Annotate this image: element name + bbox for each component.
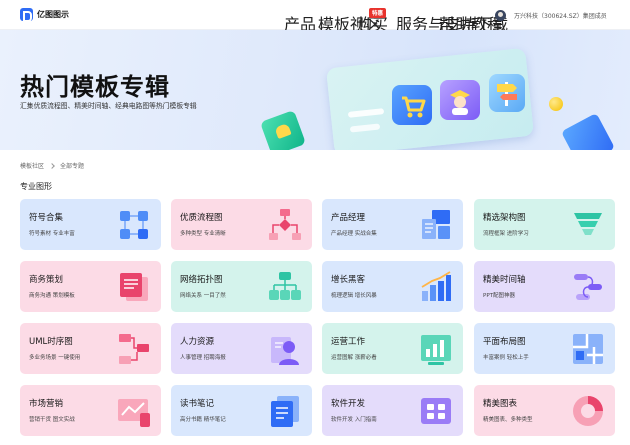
graduate-avatar-icon — [440, 80, 480, 120]
topic-card[interactable]: 精选架构图流程框架 进阶学习 — [474, 199, 615, 250]
topic-card-desc: 梳理逻辑 增长风暴 — [331, 293, 377, 299]
logo-icon — [20, 8, 33, 22]
topic-card-desc: 高分书籍 精华笔记 — [180, 417, 226, 423]
topic-card-desc: 运营图解 涨薪必看 — [331, 355, 377, 361]
topic-card-title: 市场营销 — [29, 399, 64, 409]
topic-card-title: 平面布局图 — [483, 337, 526, 347]
network-icon — [267, 269, 303, 305]
topic-card-desc: 人事管理 招聘海报 — [180, 355, 226, 361]
topic-card[interactable]: 增长黑客梳理逻辑 增长风暴 — [322, 261, 463, 312]
hero-banner: 热门模板专辑 汇集优质流程图、精美时间轴、经典电路图等热门模板专辑 — [0, 30, 630, 150]
topic-card-title: 精选架构图 — [483, 213, 526, 223]
topic-card-desc: 精美图表、多种类型 — [483, 417, 533, 423]
timeline-icon — [570, 269, 606, 305]
topic-card[interactable]: 读书笔记高分书籍 精华笔记 — [171, 385, 312, 436]
app-grid-icon — [418, 393, 454, 429]
topic-card-desc: 多种类型 专业清晰 — [180, 231, 226, 237]
topic-card[interactable]: UML时序图多业务场景 一键使用 — [20, 323, 161, 374]
topic-card-desc: PPT配图神器 — [483, 293, 515, 299]
topic-card-desc: 多业务场景 一键使用 — [29, 355, 81, 361]
topic-card[interactable]: 运营工作运营图解 涨薪必看 — [322, 323, 463, 374]
notebook-icon — [267, 393, 303, 429]
bar-chart-icon — [418, 269, 454, 305]
topic-card-title: 精美时间轴 — [483, 275, 526, 285]
topic-card-title: UML时序图 — [29, 337, 73, 347]
folder-tile-icon — [560, 112, 616, 150]
topic-card[interactable]: 市场营销营销干货 图文实战 — [20, 385, 161, 436]
topic-card[interactable]: 精美时间轴 PPT配图神器 — [474, 261, 615, 312]
signpost-icon — [489, 74, 525, 112]
uml-icon — [116, 331, 152, 367]
topic-card[interactable]: 商务策划商务沟通 策划模板 — [20, 261, 161, 312]
topic-card-title: 符号合集 — [29, 213, 64, 223]
topic-card-title: 读书笔记 — [180, 399, 215, 409]
user-name: 万兴科技（300624.SZ）集团成员 — [514, 13, 607, 20]
shopping-cart-icon — [392, 85, 432, 125]
topic-card-desc: 网络关系 一目了然 — [180, 293, 226, 299]
breadcrumb: 模板社区 全部专题 — [20, 161, 84, 170]
business-doc-icon — [116, 269, 152, 305]
topic-card[interactable]: 人力资源人事管理 招聘海报 — [171, 323, 312, 374]
hr-person-icon — [267, 331, 303, 367]
floorplan-icon — [570, 331, 606, 367]
topic-card-title: 商务策划 — [29, 275, 64, 285]
topic-card-desc: 丰富案例 轻松上手 — [483, 355, 529, 361]
topic-card[interactable]: 平面布局图丰富案例 轻松上手 — [474, 323, 615, 374]
topic-card-title: 人力资源 — [180, 337, 215, 347]
product-doc-icon — [418, 207, 454, 243]
topic-card-title: 网络拓扑图 — [180, 275, 223, 285]
topic-card-title: 精美图表 — [483, 399, 518, 409]
coin-icon — [549, 97, 563, 111]
grid-symbols-icon — [116, 207, 152, 243]
topic-card-title: 软件开发 — [331, 399, 366, 409]
topic-card[interactable]: 软件开发软件开发 入门指南 — [322, 385, 463, 436]
banner-subtitle: 汇集优质流程图、精美时间轴、经典电路图等热门模板专辑 — [20, 102, 197, 110]
section-title: 专业图形 — [20, 182, 52, 191]
chevron-right-icon — [49, 162, 55, 169]
topic-card-desc: 流程框架 进阶学习 — [483, 231, 529, 237]
logo[interactable]: 亿图图示 — [20, 8, 69, 22]
topic-card-desc: 产品经理 实战合集 — [331, 231, 377, 237]
breadcrumb-item-all-topics: 全部专题 — [60, 163, 85, 170]
avatar[interactable] — [495, 10, 506, 21]
breadcrumb-item-community[interactable]: 模板社区 — [20, 161, 44, 170]
topic-card[interactable]: 精美图表精美图表、多种类型 — [474, 385, 615, 436]
topic-card-title: 运营工作 — [331, 337, 366, 347]
topic-card-desc: 软件开发 入门指南 — [331, 417, 377, 423]
topic-card-desc: 商务沟通 策划模板 — [29, 293, 75, 299]
ops-chart-icon — [418, 331, 454, 367]
topic-card[interactable]: 产品经理产品经理 实战合集 — [322, 199, 463, 250]
topic-card-title: 产品经理 — [331, 213, 366, 223]
flowchart-icon — [267, 207, 303, 243]
topic-card-desc: 营销干货 图文实战 — [29, 417, 75, 423]
marketing-icon — [116, 393, 152, 429]
banner-title: 热门模板专辑 — [20, 73, 170, 101]
hot-badge: 特惠 — [369, 8, 387, 18]
topic-card-title: 增长黑客 — [331, 275, 366, 285]
topic-card[interactable]: 符号合集符号素材 专业丰富 — [20, 199, 161, 250]
topic-card-desc: 符号素材 专业丰富 — [29, 231, 75, 237]
top-header: 亿图图示 产品 模板社区 购买 特惠 服务与支持 帮助教程 下载 万兴科技（30… — [0, 0, 630, 34]
topic-card-title: 优质流程图 — [180, 213, 223, 223]
topic-card[interactable]: 网络拓扑图网络关系 一目了然 — [171, 261, 312, 312]
pie-chart-icon — [570, 393, 606, 429]
topic-card[interactable]: 优质流程图多种类型 专业清晰 — [171, 199, 312, 250]
funnel-icon — [570, 207, 606, 243]
logo-text: 亿图图示 — [37, 10, 69, 19]
